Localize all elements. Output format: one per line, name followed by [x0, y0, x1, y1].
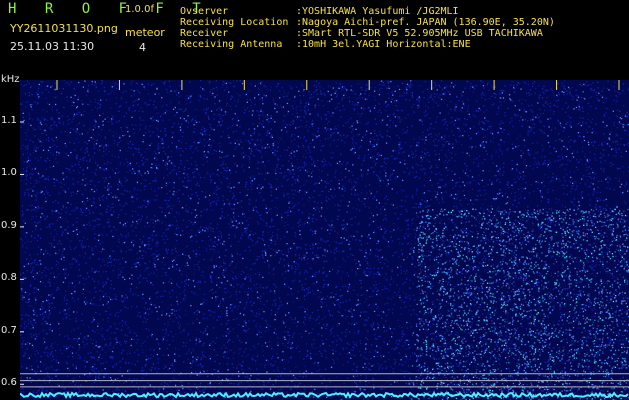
y-tick-label: 1.0: [1, 167, 17, 179]
y-tick-label: 1.1: [1, 114, 17, 126]
y-tick-label: 0.9: [1, 219, 17, 231]
hroft-window: H R O F F T 1.0.0f YY2611031130.png mete…: [0, 0, 629, 400]
info-key: Ovserver: [180, 6, 229, 17]
capture-datetime: 25.11.03 11:30: [10, 40, 95, 53]
info-key: Receiving Location: [180, 17, 289, 28]
meteor-count: 4: [139, 41, 146, 54]
info-value: :10mH 3el.YAGI Horizontal:ENE: [296, 39, 471, 50]
info-row-location: Receiving Location :Nagoya Aichi-pref. JA…: [180, 17, 555, 28]
spectrogram-svg: [20, 80, 629, 400]
y-unit-label: kHz: [1, 74, 20, 85]
info-value: :YOSHIKAWA Yasufumi /JG2MLI: [296, 6, 459, 17]
info-key: Receiver: [180, 28, 229, 39]
info-row-antenna: Receiving Antenna :10mH 3el.YAGI Horizont…: [180, 39, 555, 50]
info-value: :Nagoya Aichi-pref. JAPAN (136.90E, 35.2…: [296, 17, 555, 28]
file-name: YY2611031130.png: [10, 22, 118, 35]
station-info: Ovserver :YOSHIKAWA Yasufumi /JG2MLI Rece…: [180, 6, 555, 50]
y-tick-label: 0.8: [1, 272, 17, 284]
info-value: :SMart RTL-SDR V5 52.905MHz USB TACHIKAW…: [296, 28, 543, 39]
meteor-label: meteor: [125, 26, 165, 39]
app-version: 1.0.0f: [125, 4, 154, 15]
info-key: Receiving Antenna: [180, 39, 283, 50]
info-row-observer: Ovserver :YOSHIKAWA Yasufumi /JG2MLI: [180, 6, 555, 17]
y-tick-label: 0.7: [1, 324, 17, 336]
spectrogram-plot: [20, 80, 629, 400]
info-row-receiver: Receiver :SMart RTL-SDR V5 52.905MHz USB …: [180, 28, 555, 39]
y-tick-label: 0.6: [1, 377, 17, 389]
